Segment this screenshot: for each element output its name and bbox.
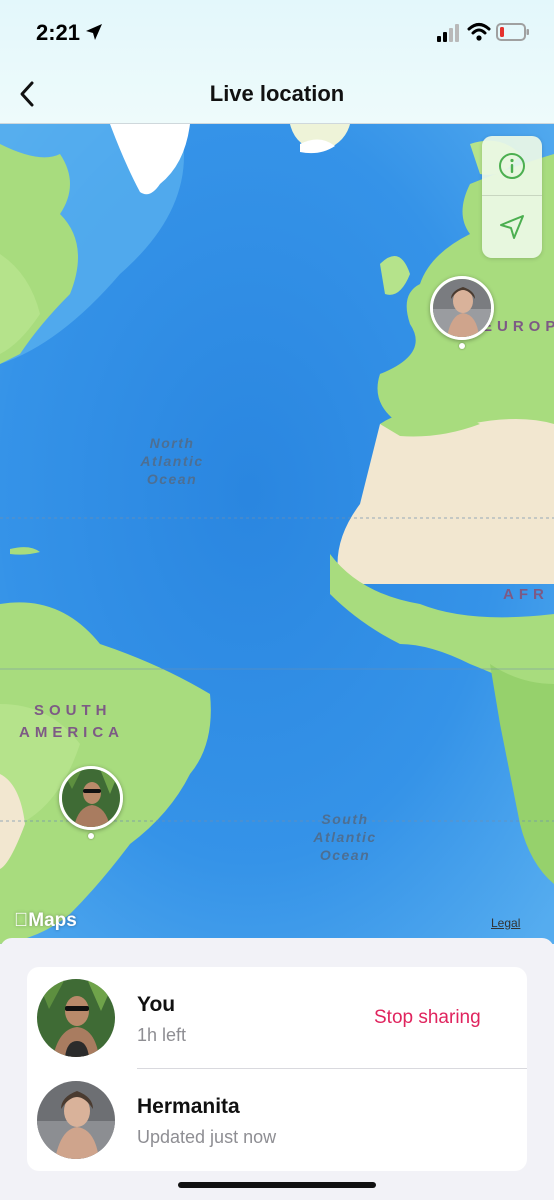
location-arrow-icon xyxy=(86,24,102,40)
stop-sharing-button[interactable]: Stop sharing xyxy=(374,1007,481,1029)
home-indicator xyxy=(178,1182,376,1188)
continent-label-south-america-line2: AMERICA xyxy=(19,724,124,741)
page-title: Live location xyxy=(209,81,345,106)
map-controls xyxy=(482,136,542,258)
avatar-photo xyxy=(433,279,491,337)
continent-label-africa: AFR xyxy=(503,586,549,603)
top-bar: 2:21 Live location xyxy=(0,0,554,124)
info-button[interactable] xyxy=(482,136,542,196)
info-icon xyxy=(499,152,525,179)
apple-logo-icon:  xyxy=(14,910,28,931)
map-view[interactable]: North Atlantic Ocean South Atlantic Ocea… xyxy=(0,124,554,944)
list-item-hermanita[interactable]: Hermanita Updated just now xyxy=(27,1069,527,1171)
wifi-icon xyxy=(467,23,491,41)
person-pin-hermanita[interactable] xyxy=(430,276,494,340)
battery-icon xyxy=(496,23,529,41)
legal-link[interactable]: Legal xyxy=(491,916,520,930)
ocean-label-north-atlantic: North Atlantic Ocean xyxy=(140,435,204,487)
avatar-photo xyxy=(62,769,120,827)
status-time: 2:21 xyxy=(36,20,81,45)
people-list: You 1h left Stop sharing Hermanita Updat… xyxy=(27,967,527,1171)
ocean-label-south-atlantic: South Atlantic Ocean xyxy=(313,811,377,863)
avatar-photo xyxy=(37,1081,115,1159)
last-updated: Updated just now xyxy=(137,1127,277,1147)
person-name: Hermanita xyxy=(137,1095,240,1118)
avatar-photo xyxy=(37,979,115,1057)
continent-label-europe: EUROP xyxy=(482,318,554,335)
person-pin-you[interactable] xyxy=(59,766,123,830)
person-pin-marker-dot xyxy=(88,833,94,839)
avatar xyxy=(37,1081,115,1159)
locate-me-button[interactable] xyxy=(482,197,542,257)
list-item-you[interactable]: You 1h left Stop sharing xyxy=(27,967,527,1069)
person-name: You xyxy=(137,993,176,1016)
avatar xyxy=(37,979,115,1057)
time-remaining: 1h left xyxy=(137,1025,187,1045)
navigation-arrow-icon xyxy=(500,215,524,239)
continent-label-south-america-line1: SOUTH xyxy=(34,702,112,719)
cellular-signal-icon xyxy=(437,24,459,42)
apple-maps-attribution: Maps xyxy=(14,910,77,931)
people-sheet: You 1h left Stop sharing Hermanita Updat… xyxy=(0,938,554,1200)
person-pin-marker-dot xyxy=(459,343,465,349)
